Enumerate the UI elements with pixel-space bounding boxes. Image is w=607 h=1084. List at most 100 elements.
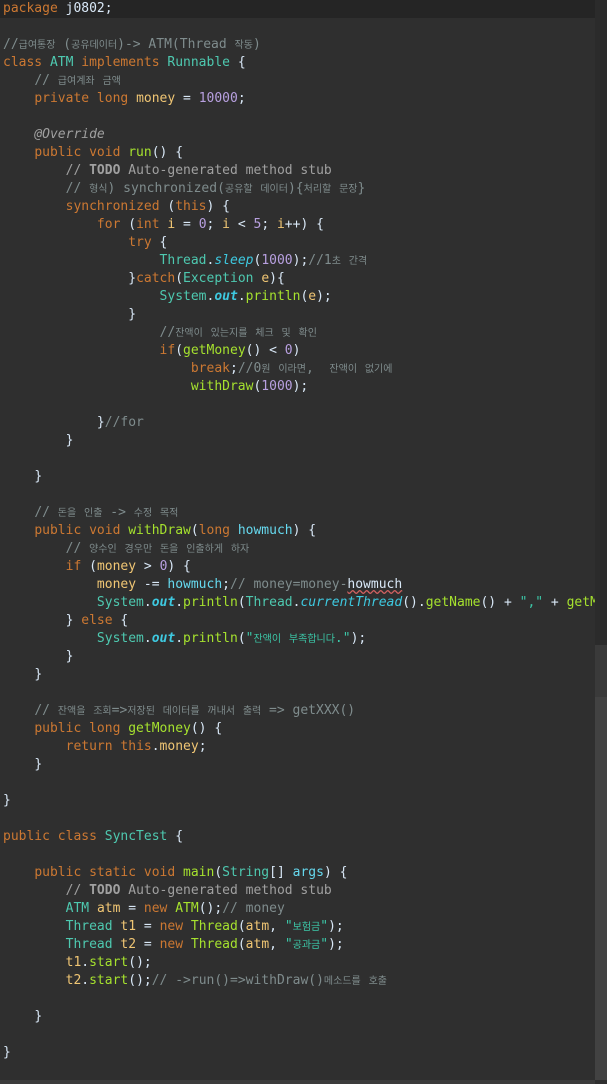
code-token: ATM xyxy=(65,901,97,916)
code-token: new xyxy=(143,901,176,916)
code-token: ; xyxy=(198,739,207,754)
code-line: break;//0원 이라면, 잔액이 없기에 xyxy=(3,360,393,378)
code-token: Thread xyxy=(65,937,121,952)
vertical-scrollbar-thumb[interactable] xyxy=(595,697,607,1080)
code-token: } xyxy=(34,667,43,682)
code-token: getName xyxy=(425,595,481,610)
code-line: if(getMoney() < 0) xyxy=(3,342,301,360)
code-token: implements xyxy=(81,55,168,70)
code-line: } xyxy=(3,432,74,450)
code-token: = xyxy=(128,901,144,916)
code-token: ){ xyxy=(269,271,285,286)
code-line: class ATM implements Runnable { xyxy=(3,54,246,72)
code-token: . xyxy=(151,739,160,754)
code-token: } xyxy=(96,415,105,430)
code-line: money -= howmuch;// money=money-howmuch xyxy=(3,576,402,594)
code-token: } xyxy=(3,1045,11,1060)
code-line: }//for xyxy=(3,414,144,432)
code-token: , xyxy=(269,937,285,952)
code-token: main xyxy=(183,865,215,880)
code-token: 0 xyxy=(284,343,293,358)
code-token: = xyxy=(183,91,199,106)
code-token: e xyxy=(261,271,270,286)
code-token: catch xyxy=(136,271,176,286)
code-token: "," xyxy=(519,595,544,610)
code-token: howmuch xyxy=(167,577,223,592)
code-line: // TODO Auto-generated method stub xyxy=(3,162,332,180)
code-token: money xyxy=(96,577,144,592)
code-line: //급여통장 (공유데이터)-> ATM(Thread 작동) xyxy=(3,36,261,54)
code-token: . xyxy=(237,289,246,304)
code-line: }catch(Exception e){ xyxy=(3,270,285,288)
code-line: ATM atm = new ATM();// money xyxy=(3,900,285,918)
code-token: . xyxy=(143,631,152,646)
code-token: public static void xyxy=(34,865,184,880)
code-token: println xyxy=(183,595,238,610)
code-token: atm xyxy=(96,901,129,916)
code-token: () + xyxy=(480,595,520,610)
code-token: args xyxy=(292,865,324,880)
code-token: ( xyxy=(175,343,184,358)
code-token: ); xyxy=(292,379,309,394)
code-token: // 잔액을 조회=>저장된 데이터를 꺼내서 출력 => getXXX() xyxy=(34,703,356,718)
code-line: } else { xyxy=(3,612,129,630)
code-token: money xyxy=(136,91,184,106)
code-token: t1 xyxy=(120,919,144,934)
code-token: atm xyxy=(245,937,270,952)
code-line: public void run() { xyxy=(3,144,183,162)
code-line: //잔액이 있는지를 체크 및 확인 xyxy=(3,324,317,342)
code-editor[interactable]: package j0802; //급여통장 (공유데이터)-> ATM(Threa… xyxy=(0,0,595,1080)
code-token: out xyxy=(151,595,176,610)
code-token: } xyxy=(65,433,74,448)
code-token: currentThread xyxy=(300,595,403,610)
code-token: (). xyxy=(402,595,426,610)
code-line: } xyxy=(3,1044,11,1062)
code-token: // ->run()=>withDraw()메소드를 호출 xyxy=(151,973,387,988)
vertical-scrollbar-thumb-upper[interactable] xyxy=(595,645,607,697)
code-token: synchronized xyxy=(65,199,168,214)
code-token: this xyxy=(175,199,207,214)
horizontal-scrollbar[interactable] xyxy=(0,1080,595,1084)
code-line: } xyxy=(3,756,42,774)
code-token: howmuch xyxy=(347,577,403,592)
code-token: withDraw xyxy=(190,379,254,394)
code-token: package xyxy=(3,1,66,16)
code-token: println xyxy=(183,631,238,646)
code-token: money xyxy=(159,739,199,754)
code-token: for xyxy=(96,217,129,232)
code-token: ( xyxy=(89,559,97,574)
code-token: money xyxy=(96,559,144,574)
code-token: println xyxy=(245,289,301,304)
code-line: Thread t1 = new Thread(atm, "보험금"); xyxy=(3,918,344,936)
code-token: (); xyxy=(128,955,152,970)
code-token: i xyxy=(276,217,285,232)
code-token: break xyxy=(190,361,230,376)
code-token: public void xyxy=(34,523,129,538)
code-token: ); xyxy=(328,937,344,952)
vertical-scrollbar[interactable] xyxy=(595,0,607,1080)
code-token: } xyxy=(34,1009,43,1024)
code-line: synchronized (this) { xyxy=(3,198,230,216)
code-line: for (int i = 0; i < 5; i++) { xyxy=(3,216,324,234)
code-token: ) { xyxy=(292,523,317,538)
code-token: ( xyxy=(237,919,246,934)
code-token: , xyxy=(269,919,285,934)
code-token: ); xyxy=(292,253,309,268)
code-token: (); xyxy=(198,901,223,916)
code-token: getM xyxy=(566,595,595,610)
code-token: new xyxy=(159,937,191,952)
